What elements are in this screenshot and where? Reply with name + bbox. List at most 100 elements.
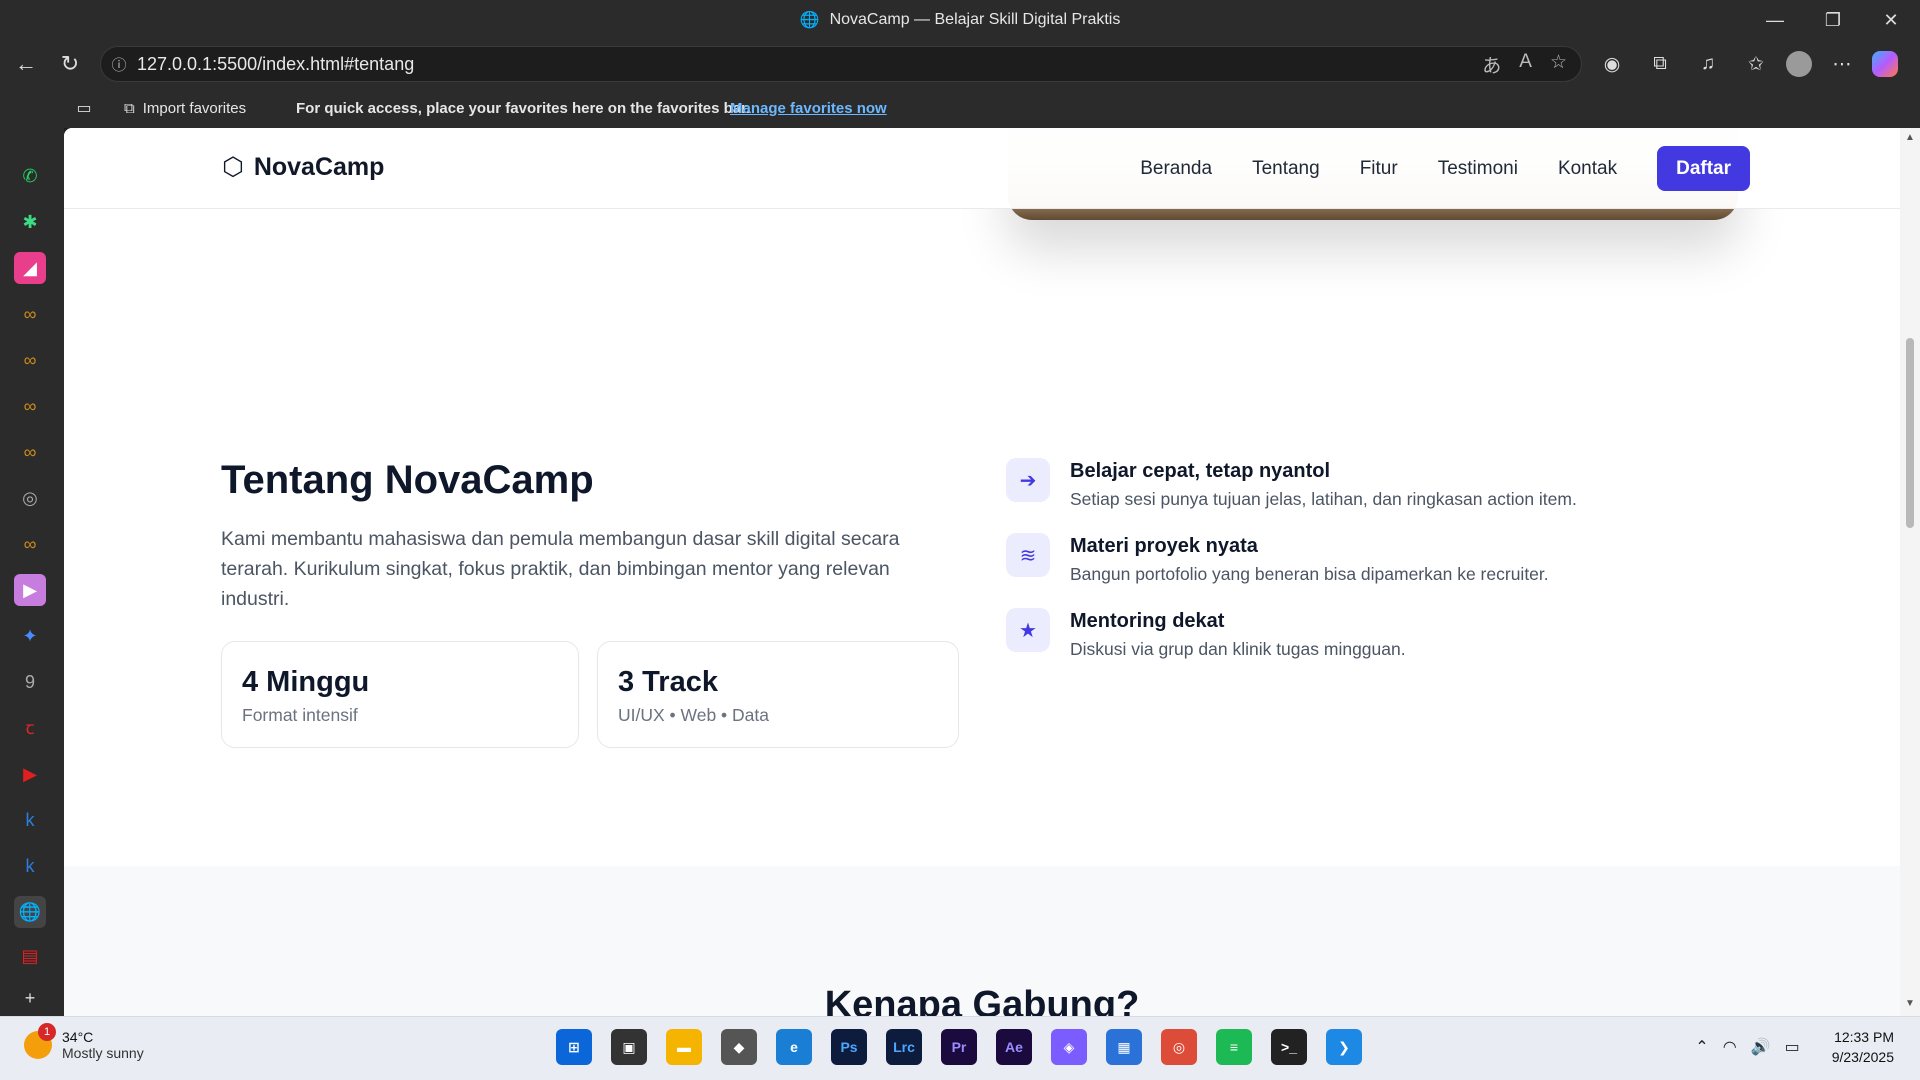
feature-desc: Diskusi via grup dan klinik tugas minggu…: [1070, 639, 1406, 659]
import-favorites-label: Import favorites: [142, 99, 247, 117]
file-explorer-icon[interactable]: ▬: [666, 1029, 702, 1065]
infinity-icon[interactable]: ∞: [14, 298, 46, 330]
feature-desc: Setiap sesi punya tujuan jelas, latihan,…: [1070, 489, 1577, 509]
scroll-down-arrow[interactable]: ▼: [1904, 998, 1916, 1009]
back-button[interactable]: ←: [10, 48, 42, 80]
photoshop-icon[interactable]: Ps: [831, 1029, 867, 1065]
weather-condition: Mostly sunny: [62, 1045, 144, 1061]
infinity-icon[interactable]: ∞: [14, 436, 46, 468]
stat-label: Format intensif: [242, 705, 358, 725]
browser-sidebar: ✆ ✱ ◢ ∞ ∞ ∞ ∞ ◎ ∞ ▶ ✦ 9 ꞇ ▶ k k 🌐 ▤ +: [0, 88, 64, 1016]
site-info-icon[interactable]: ⓘ: [101, 54, 137, 75]
premiere-icon[interactable]: Pr: [941, 1029, 977, 1065]
start-icon[interactable]: ⊞: [556, 1029, 592, 1065]
nav-link-kontak[interactable]: Kontak: [1558, 158, 1617, 180]
scroll-up-arrow[interactable]: ▲: [1904, 132, 1916, 143]
sidebar-app-icon[interactable]: 9: [14, 666, 46, 698]
scrollbar-thumb[interactable]: [1906, 338, 1914, 528]
terminal-icon[interactable]: >_: [1271, 1029, 1307, 1065]
sidebar-app-icon[interactable]: ◎: [14, 482, 46, 514]
title-bar: 🌐 NovaCamp — Belajar Skill Digital Prakt…: [0, 0, 1920, 40]
weather-widget[interactable]: 1 34°C Mostly sunny: [24, 1023, 144, 1061]
add-icon[interactable]: +: [14, 982, 46, 1014]
window-title: 🌐 NovaCamp — Belajar Skill Digital Prakt…: [0, 0, 1920, 40]
extension-c-icon[interactable]: ◉: [1594, 48, 1630, 80]
feature-item: ≋ Materi proyek nyata Bangun portofolio …: [1006, 533, 1549, 585]
globe-icon[interactable]: 🌐: [14, 896, 46, 928]
restore-button[interactable]: ❐: [1804, 0, 1862, 40]
store-icon[interactable]: ▦: [1106, 1029, 1142, 1065]
stat-card: 4 Minggu Format intensif: [221, 641, 579, 748]
arrow-circle-icon: ➔: [1006, 458, 1050, 502]
favorites-message: For quick access, place your favorites h…: [296, 99, 751, 117]
why-title: Kenapa Gabung?: [824, 984, 1140, 1016]
sidebar-app-icon[interactable]: k: [14, 804, 46, 836]
collections-icon[interactable]: ▭: [68, 92, 100, 124]
page-scrollbar[interactable]: ▲ ▼: [1900, 128, 1920, 1016]
globe-icon: 🌐: [799, 12, 820, 29]
sidebar-app-icon[interactable]: ✱: [14, 206, 46, 238]
chevron-up-icon[interactable]: ⌃: [1695, 1037, 1708, 1057]
favorite-star-icon[interactable]: ☆: [1550, 51, 1567, 78]
url-text[interactable]: 127.0.0.1:5500/index.html#tentang: [137, 54, 1482, 75]
nav-link-beranda[interactable]: Beranda: [1140, 158, 1212, 180]
task-view-icon[interactable]: ▣: [611, 1029, 647, 1065]
page-viewport: ⬡ NovaCamp Beranda Tentang Fitur Testimo…: [64, 128, 1900, 1016]
read-aloud-icon[interactable]: A: [1519, 51, 1532, 78]
clock-date: 9/23/2025: [1831, 1049, 1894, 1065]
daftar-button[interactable]: Daftar: [1657, 146, 1750, 191]
lightroom-icon[interactable]: Lrc: [886, 1029, 922, 1065]
weather-temp: 34°C: [62, 1029, 94, 1045]
app-icon[interactable]: ◆: [721, 1029, 757, 1065]
gemini-icon[interactable]: ✦: [14, 620, 46, 652]
browser-essentials-icon[interactable]: ♫: [1690, 48, 1726, 80]
after-effects-icon[interactable]: Ae: [996, 1029, 1032, 1065]
extensions-icon[interactable]: ⧉: [1642, 48, 1678, 80]
infinity-icon[interactable]: ∞: [14, 344, 46, 376]
close-button[interactable]: ✕: [1862, 0, 1920, 40]
vscode-icon[interactable]: ❯: [1326, 1029, 1362, 1065]
feature-item: ★ Mentoring dekat Diskusi via grup dan k…: [1006, 608, 1406, 660]
sidebar-app-icon[interactable]: ꞇ: [14, 712, 46, 744]
translate-icon[interactable]: あ: [1482, 51, 1501, 78]
battery-icon[interactable]: ▭: [1785, 1037, 1800, 1057]
about-title: Tentang NovaCamp: [221, 458, 594, 502]
window-title-text: NovaCamp — Belajar Skill Digital Praktis: [829, 11, 1121, 28]
brand-logo[interactable]: ⬡ NovaCamp: [222, 152, 384, 182]
brand-name: NovaCamp: [253, 152, 385, 181]
feature-desc: Bangun portofolio yang beneran bisa dipa…: [1070, 564, 1549, 584]
m365-icon[interactable]: ◈: [1051, 1029, 1087, 1065]
favorites-bar: ⌄ ▭ ⧉ Import favorites For quick access,…: [0, 88, 1920, 128]
wifi-icon[interactable]: ◠: [1723, 1037, 1737, 1057]
minimize-button[interactable]: —: [1746, 0, 1804, 40]
play-icon[interactable]: ▶: [14, 574, 46, 606]
refresh-button[interactable]: ↻: [54, 48, 86, 80]
whatsapp-icon[interactable]: ✆: [14, 160, 46, 192]
nav-link-testimoni[interactable]: Testimoni: [1438, 158, 1518, 180]
infinity-icon[interactable]: ∞: [14, 390, 46, 422]
volume-icon[interactable]: 🔊: [1751, 1037, 1771, 1057]
feature-title: Mentoring dekat: [1070, 610, 1225, 632]
pdf-icon[interactable]: ▤: [14, 940, 46, 972]
sidebar-app-icon[interactable]: ◢: [14, 252, 46, 284]
nav-link-fitur[interactable]: Fitur: [1360, 158, 1398, 180]
clock[interactable]: 12:33 PM 9/23/2025: [1832, 1027, 1894, 1067]
spotify-icon[interactable]: ≡: [1216, 1029, 1252, 1065]
chrome-icon[interactable]: ◎: [1161, 1029, 1197, 1065]
taskbar: 1 34°C Mostly sunny ⊞ ▣ ▬ ◆ e Ps Lrc Pr …: [0, 1016, 1920, 1080]
nav-link-tentang[interactable]: Tentang: [1252, 158, 1320, 180]
notification-badge: 1: [38, 1023, 56, 1041]
copilot-icon[interactable]: [1872, 51, 1898, 77]
edge-icon[interactable]: e: [776, 1029, 812, 1065]
youtube-icon[interactable]: ▶: [14, 758, 46, 790]
sidebar-app-icon[interactable]: k: [14, 850, 46, 882]
import-favorites-button[interactable]: ⧉ Import favorites: [124, 100, 246, 117]
manage-favorites-link[interactable]: Manage favorites now: [730, 100, 887, 117]
profile-avatar[interactable]: [1786, 51, 1812, 77]
browser-toolbar: ← ↻ ⓘ 127.0.0.1:5500/index.html#tentang …: [0, 40, 1920, 88]
address-bar[interactable]: ⓘ 127.0.0.1:5500/index.html#tentang あ A …: [100, 46, 1582, 82]
about-description: Kami membantu mahasiswa dan pemula memba…: [221, 528, 900, 610]
more-menu-icon[interactable]: ⋯: [1824, 48, 1860, 80]
infinity-icon[interactable]: ∞: [14, 528, 46, 560]
favorites-icon[interactable]: ✩: [1738, 48, 1774, 80]
